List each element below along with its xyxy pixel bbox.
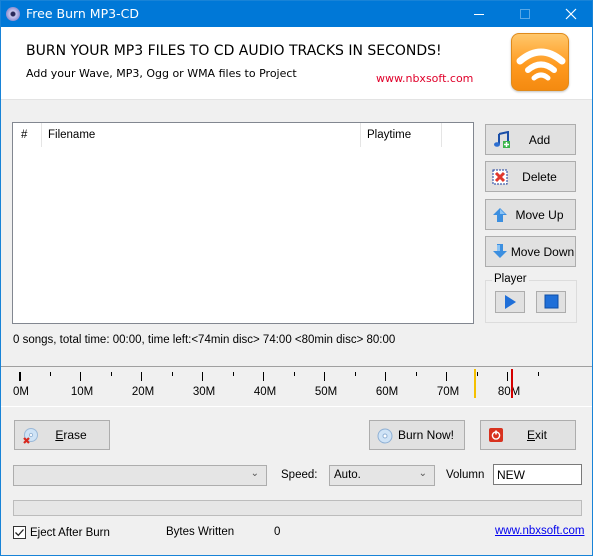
status-text: 0 songs, total time: 00:00, time left:<7…	[13, 334, 396, 346]
ruler-minor-tick	[354, 372, 356, 376]
exit-mnemonic: E	[526, 428, 535, 442]
ruler-tick-label: 0M	[13, 386, 29, 398]
cd-app-icon	[6, 7, 20, 21]
burn-now-button[interactable]: Burn Now!	[369, 420, 465, 450]
subheadline: Add your Wave, MP3, Ogg or WMA files to …	[26, 67, 297, 80]
stop-icon	[544, 294, 559, 309]
delete-label: Delete	[522, 169, 557, 184]
header-banner: BURN YOUR MP3 FILES TO CD AUDIO TRACKS I…	[1, 27, 592, 100]
ruler-minor-tick	[49, 372, 51, 376]
ruler-marker-80min-disc-limit	[511, 369, 513, 398]
exit-label-rest: xit	[535, 428, 547, 442]
ruler-major-tick	[324, 372, 325, 381]
ruler-tick-label: 40M	[253, 386, 277, 398]
ruler-major-tick	[385, 372, 386, 381]
player-group: Player	[485, 273, 577, 323]
add-button[interactable]: Add	[485, 124, 576, 155]
maximize-icon	[520, 9, 530, 19]
ruler-major-tick	[507, 372, 508, 381]
eject-after-burn-label[interactable]: Eject After Burn	[30, 527, 110, 539]
exit-label: Exit	[481, 421, 575, 449]
move-up-label: Move Up	[515, 207, 564, 222]
ruler-minor-tick	[110, 372, 112, 376]
move-up-button[interactable]: Move Up	[485, 199, 576, 230]
header-website: www.nbxsoft.com	[376, 72, 474, 85]
ruler-tick-label: 10M	[70, 386, 94, 398]
close-button[interactable]	[548, 1, 593, 27]
ruler-minor-tick	[476, 372, 478, 376]
ruler-minor-tick	[537, 372, 539, 376]
ruler-minor-tick	[415, 372, 417, 376]
speed-value: Auto.	[334, 469, 361, 481]
ruler-major-tick	[80, 372, 81, 381]
title-bar: Free Burn MP3-CD	[1, 1, 592, 27]
erase-label: Erase	[15, 421, 109, 449]
ruler-marker-74min-disc-limit	[474, 369, 477, 398]
player-label: Player	[492, 273, 529, 285]
play-button[interactable]	[495, 291, 525, 313]
move-down-button[interactable]: Move Down	[485, 236, 576, 267]
app-window: Free Burn MP3-CD BURN YOUR MP3 FILES TO …	[0, 0, 593, 556]
play-icon	[505, 295, 516, 309]
ruler-minor-tick	[293, 372, 295, 376]
move-down-label: Move Down	[510, 244, 575, 259]
file-list[interactable]: # Filename Playtime	[12, 122, 474, 324]
volume-name-input[interactable]	[493, 464, 582, 485]
ruler-tick-label: 30M	[192, 386, 216, 398]
drive-select[interactable]: ⌄	[13, 465, 267, 486]
chevron-down-icon: ⌄	[250, 468, 259, 479]
ruler-tick-label: 70M	[436, 386, 460, 398]
minimize-icon	[474, 14, 484, 15]
bytes-written-value: 0	[274, 526, 281, 538]
column-header-number[interactable]: #	[13, 123, 42, 147]
minimize-button[interactable]	[456, 1, 502, 27]
exit-button[interactable]: Exit	[480, 420, 576, 450]
bytes-written-label: Bytes Written	[166, 526, 235, 538]
erase-button[interactable]: Erase	[14, 420, 110, 450]
ruler-divider	[1, 406, 592, 407]
speed-select[interactable]: Auto. ⌄	[329, 465, 435, 486]
chevron-down-icon: ⌄	[418, 468, 427, 479]
disc-capacity-ruler: 0M 10M 20M 30M 40M 50M 60M 70M 80M	[1, 366, 592, 405]
add-label: Add	[528, 132, 551, 147]
column-header-filename[interactable]: Filename	[42, 123, 361, 147]
footer-website-link[interactable]: www.nbxsoft.com	[495, 525, 584, 537]
speed-label: Speed:	[281, 469, 318, 481]
file-list-header: # Filename Playtime	[13, 123, 473, 147]
ruler-major-tick	[446, 372, 447, 381]
ruler-tick-label: 80M	[497, 386, 521, 398]
checkmark-icon	[15, 529, 24, 537]
ruler-major-tick	[202, 372, 203, 381]
ruler-current-position	[20, 372, 21, 381]
burn-progress-bar	[13, 500, 582, 516]
ruler-minor-tick	[232, 372, 234, 376]
window-title: Free Burn MP3-CD	[26, 6, 139, 21]
stop-button[interactable]	[536, 291, 566, 313]
ruler-minor-tick	[171, 372, 173, 376]
close-icon	[565, 8, 577, 20]
column-header-playtime[interactable]: Playtime	[361, 123, 442, 147]
wifi-signal-icon	[511, 33, 569, 91]
ruler-tick-label: 50M	[314, 386, 338, 398]
ruler-tick-label: 60M	[375, 386, 399, 398]
burn-now-label: Burn Now!	[397, 428, 455, 442]
volume-label: Volumn	[446, 469, 485, 481]
ruler-tick-label: 20M	[131, 386, 155, 398]
ruler-major-tick	[263, 372, 264, 381]
headline: BURN YOUR MP3 FILES TO CD AUDIO TRACKS I…	[26, 43, 442, 59]
erase-label-rest: rase	[63, 428, 87, 442]
eject-after-burn-checkbox[interactable]	[13, 526, 26, 539]
maximize-button[interactable]	[502, 1, 548, 27]
delete-button[interactable]: Delete	[485, 161, 576, 192]
ruler-major-tick	[141, 372, 142, 381]
erase-mnemonic: E	[55, 428, 64, 442]
